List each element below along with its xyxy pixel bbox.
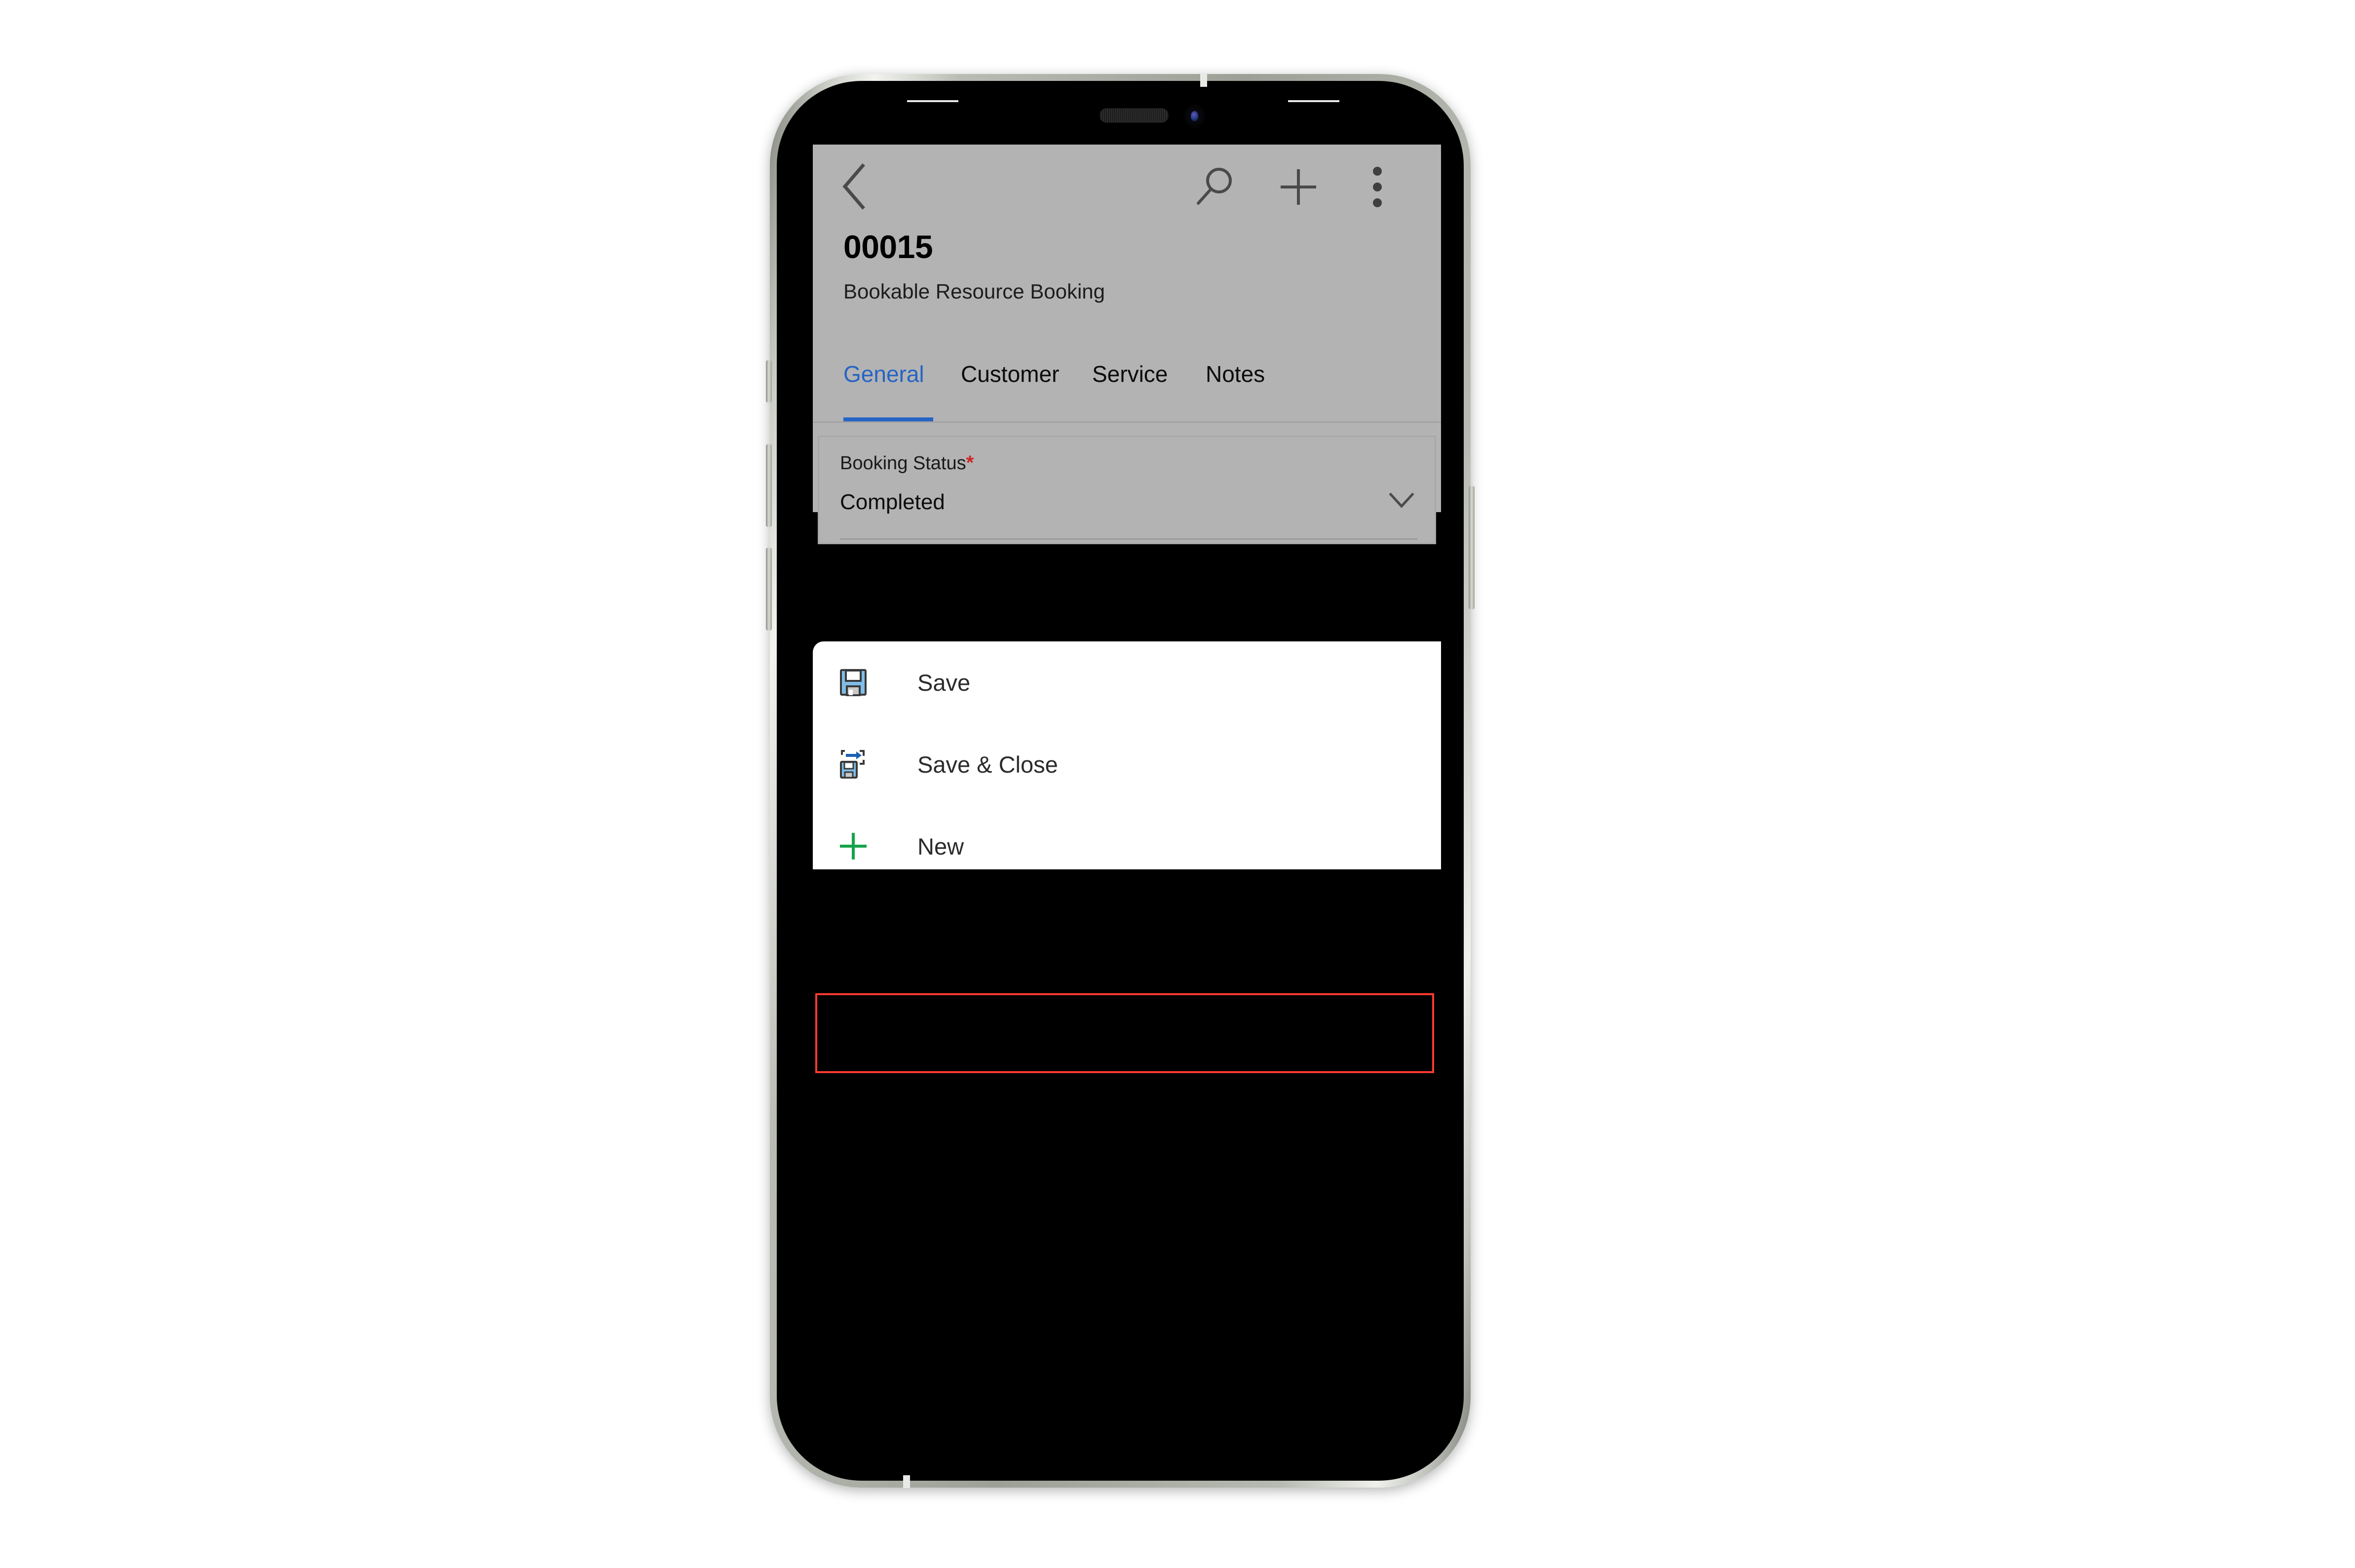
phone-power-button[interactable] [1469, 486, 1475, 609]
follow-up-highlight-annotation [815, 993, 1434, 1073]
tab-label: Service [1092, 361, 1168, 387]
tab-strip-divider [813, 421, 1441, 423]
booking-status-label: Booking Status* [840, 453, 974, 473]
tab-notes[interactable]: Notes [1206, 357, 1275, 422]
plus-icon [1281, 169, 1316, 205]
tab-service[interactable]: Service [1092, 357, 1174, 422]
antenna-band-left [907, 100, 958, 102]
antenna-band-right [1288, 100, 1339, 102]
menu-item-new[interactable]: New [813, 805, 1441, 869]
plus-green-icon [836, 829, 870, 863]
search-icon [1197, 168, 1232, 205]
booking-status-field[interactable]: Booking Status* Completed [818, 436, 1436, 544]
phone-volume-down-button[interactable] [766, 548, 772, 631]
save-floppy-icon [836, 666, 870, 699]
add-button[interactable] [1272, 160, 1325, 214]
menu-item-save-and-close[interactable]: Save & Close [813, 723, 1441, 805]
phone-screen: 00015 Bookable Resource Booking General … [813, 145, 1441, 1416]
tab-label: Customer [961, 361, 1060, 387]
chevron-left-icon [842, 163, 865, 210]
command-menu-panel: Save Save & Close New [813, 641, 1441, 869]
app-toolbar [813, 145, 1441, 224]
more-vertical-icon [1373, 167, 1382, 207]
back-button[interactable] [828, 159, 882, 214]
entity-label: Bookable Resource Booking [843, 280, 1105, 303]
required-asterisk: * [966, 452, 974, 474]
chevron-down-icon[interactable] [1388, 490, 1415, 510]
phone-volume-up-button[interactable] [766, 444, 772, 527]
overflow-menu-button[interactable] [1351, 160, 1404, 214]
screenshot-canvas: 00015 Bookable Resource Booking General … [0, 0, 2355, 1568]
earpiece-speaker [1100, 108, 1169, 123]
tab-label: General [843, 361, 924, 387]
menu-item-save[interactable]: Save [813, 641, 1441, 723]
app-header: 00015 Bookable Resource Booking General … [813, 145, 1441, 544]
front-camera [1184, 105, 1205, 128]
tab-label: Notes [1206, 361, 1265, 387]
menu-item-label: New [917, 833, 964, 859]
save-and-close-icon [836, 747, 870, 781]
field-label-text: Booking Status [840, 453, 966, 474]
tab-customer[interactable]: Customer [961, 357, 1060, 422]
menu-item-label: Save & Close [917, 751, 1058, 778]
menu-item-label: Save [917, 669, 971, 696]
antenna-band-top [1200, 74, 1207, 87]
tab-strip: General Customer Service Notes [813, 357, 1441, 422]
antenna-band-bottom [903, 1475, 910, 1488]
search-button[interactable] [1188, 160, 1241, 214]
phone-mute-switch[interactable] [766, 360, 772, 403]
booking-status-value: Completed [840, 490, 945, 514]
page-title: 00015 [843, 228, 933, 265]
tab-general[interactable]: General [843, 357, 933, 422]
field-divider [840, 538, 1417, 540]
